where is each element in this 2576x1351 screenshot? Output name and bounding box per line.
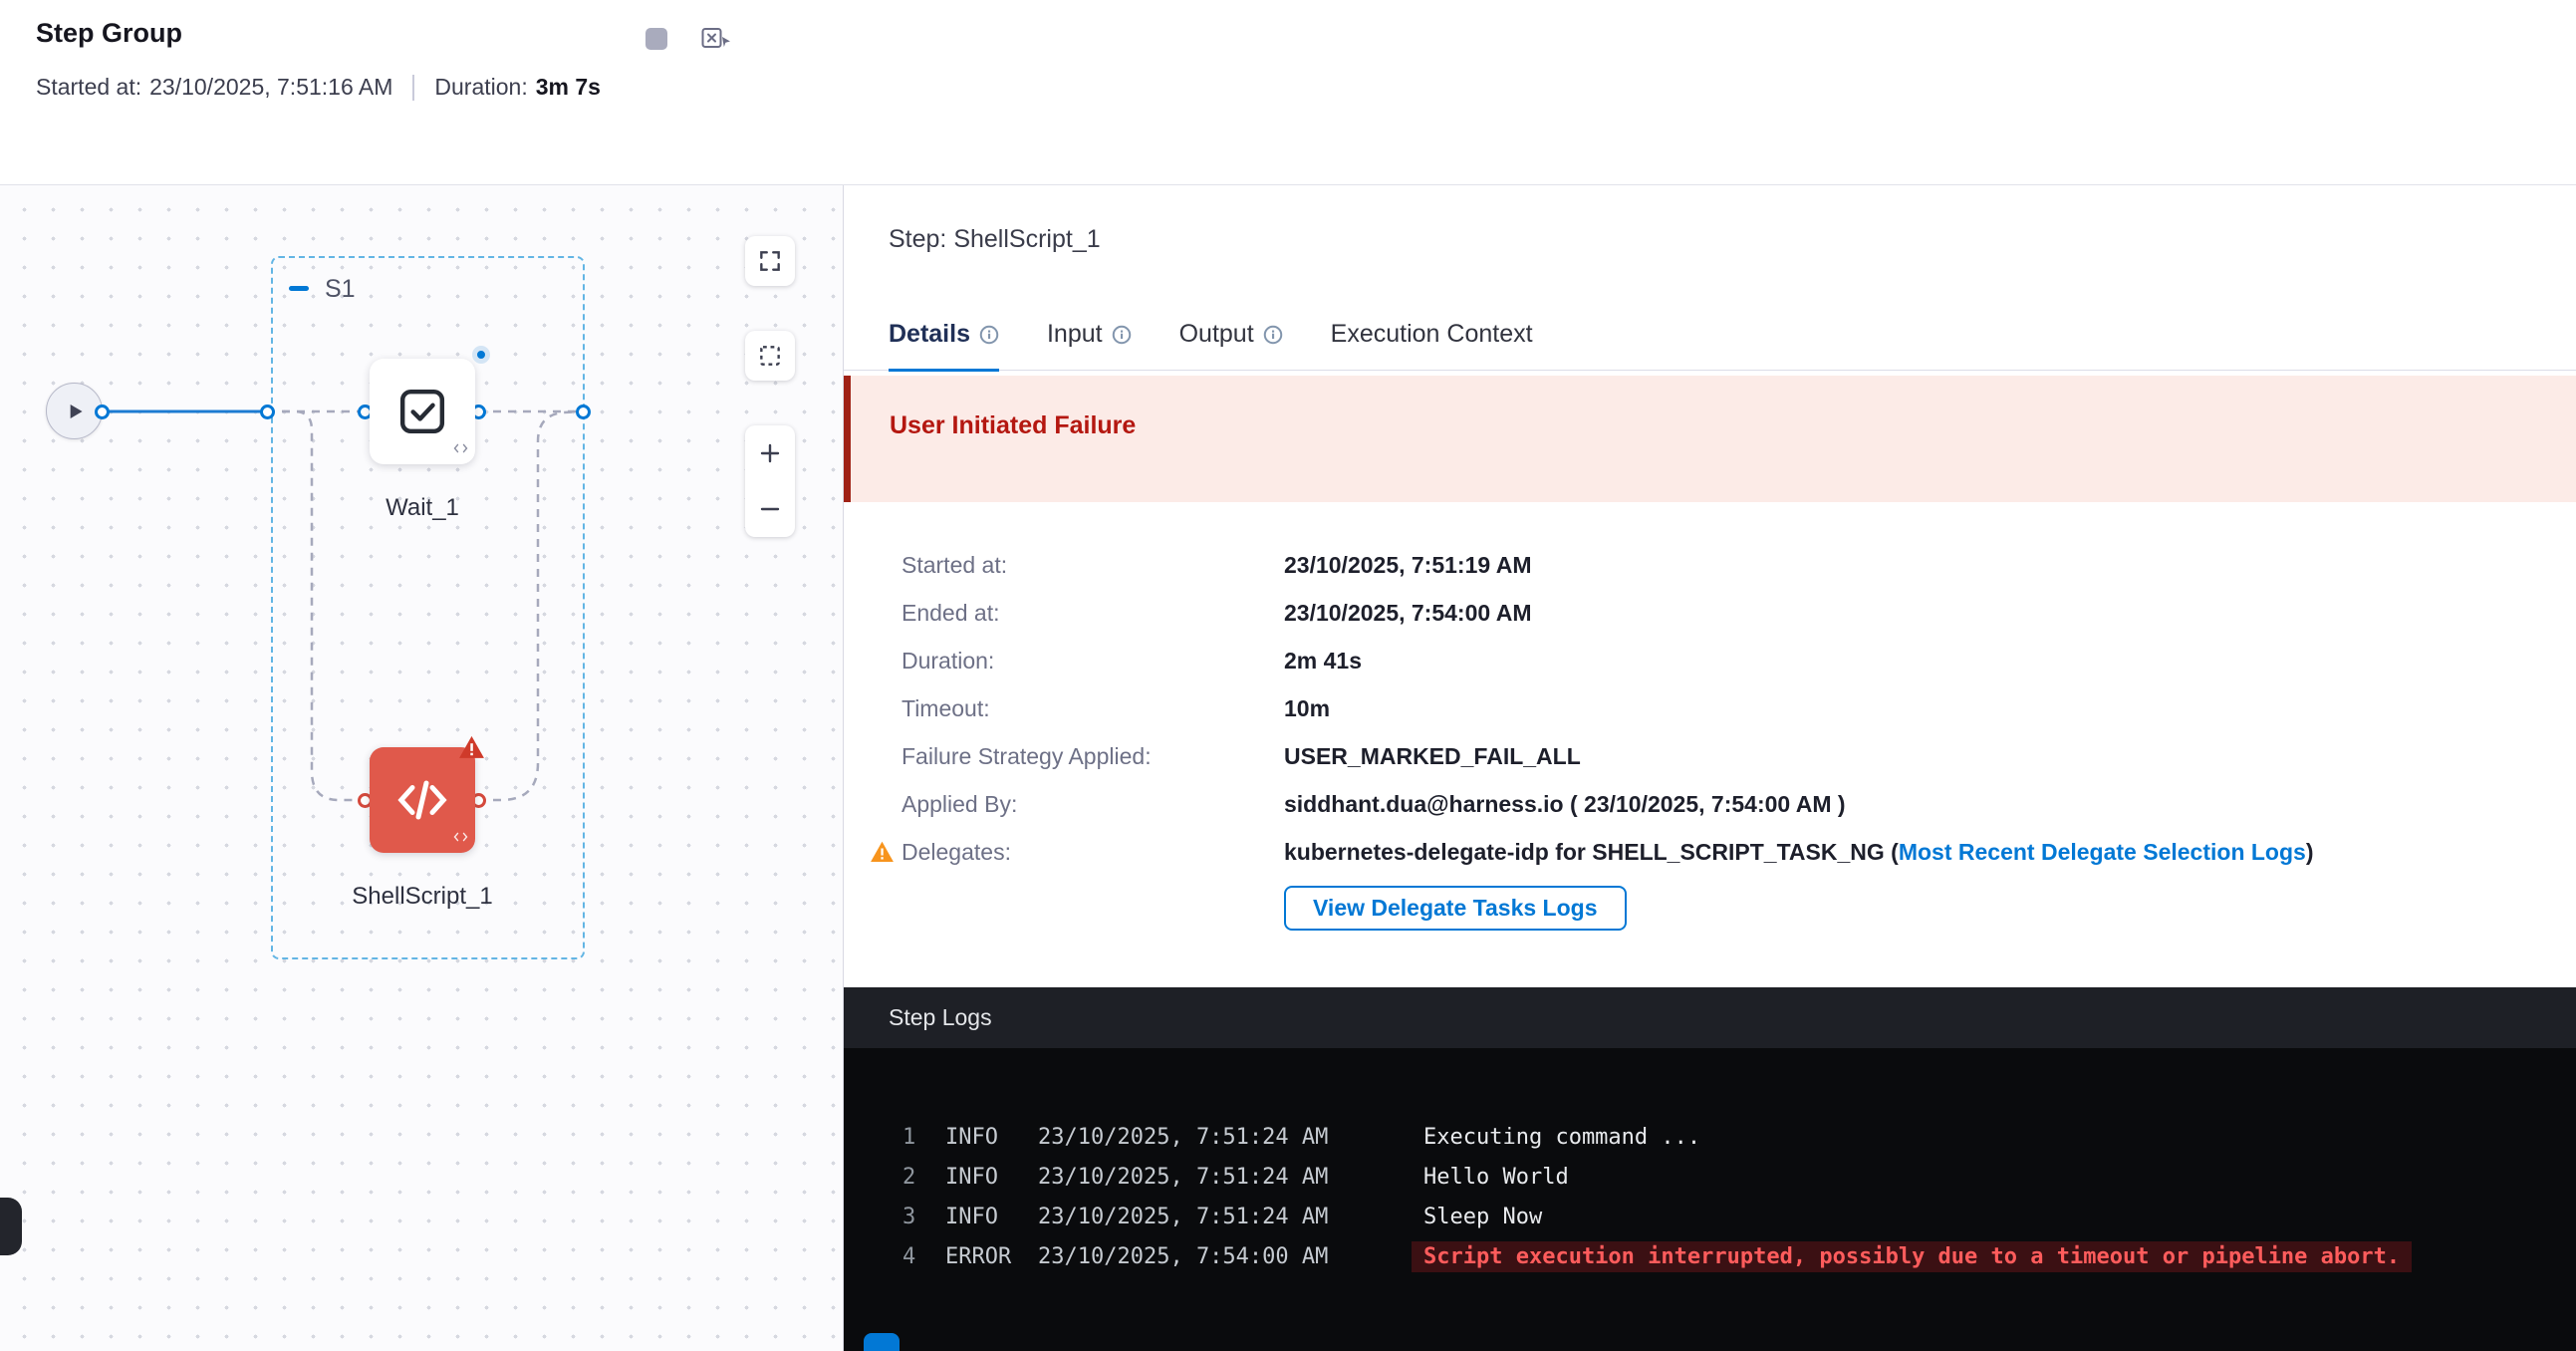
view-delegate-tasks-logs-button[interactable]: View Delegate Tasks Logs: [1284, 886, 1627, 931]
log-console[interactable]: 1INFO23/10/2025, 7:51:24 AMExecuting com…: [844, 1048, 2576, 1277]
connector-dot: [95, 405, 110, 419]
fit-to-screen-button[interactable]: [745, 236, 795, 286]
zoom-in-button[interactable]: [745, 428, 795, 478]
field-value: siddhant.dua@harness.io ( 23/10/2025, 7:…: [1284, 780, 2576, 828]
connector-dot: [576, 405, 591, 419]
failure-banner: User Initiated Failure: [844, 376, 2576, 502]
tab-label: Details: [889, 320, 970, 349]
script-marker-icon: [453, 830, 468, 848]
log-line: 3INFO23/10/2025, 7:51:24 AMSleep Now: [902, 1198, 2576, 1237]
tab-output[interactable]: Output: [1179, 320, 1283, 372]
tab-label: Input: [1047, 320, 1103, 349]
info-icon: [1112, 325, 1132, 345]
tab-input[interactable]: Input: [1047, 320, 1132, 372]
node-wait-1[interactable]: [370, 359, 475, 464]
log-message: Sleep Now: [1423, 1205, 1542, 1229]
field-value: 2m 41s: [1284, 637, 2576, 684]
header-icons: [645, 26, 731, 52]
field-label: Duration:: [902, 637, 1284, 684]
step-details-panel: Step: ShellScript_1 Details Input Output Ex…: [843, 185, 2576, 1351]
tab-label: Output: [1179, 320, 1254, 349]
field-value: 23/10/2025, 7:51:19 AM: [1284, 541, 2576, 589]
log-line: 2INFO23/10/2025, 7:51:24 AMHello World: [902, 1158, 2576, 1198]
log-level: INFO: [945, 1198, 1038, 1237]
execution-meta: Started at: 23/10/2025, 7:51:16 AM Durat…: [36, 74, 601, 101]
console-toggle-partial[interactable]: [0, 1198, 22, 1255]
log-line-number: 4: [902, 1237, 945, 1277]
log-line: 4ERROR23/10/2025, 7:54:00 AMScript execu…: [902, 1237, 2576, 1277]
info-icon: [979, 325, 999, 345]
log-scroll-indicator[interactable]: [864, 1333, 900, 1351]
gray-square-icon[interactable]: [645, 28, 667, 50]
warning-icon: [870, 841, 895, 863]
log-level: INFO: [945, 1158, 1038, 1198]
collapse-group-icon[interactable]: [289, 286, 309, 291]
connector-dot: [260, 405, 275, 419]
field-label: Ended at:: [902, 589, 1284, 637]
step-group-header: Step Group Started at: 23/10/2025, 7:51:…: [0, 0, 2576, 185]
pipeline-graph-canvas[interactable]: S1 Wait_1: [0, 185, 843, 1351]
log-timestamp: 23/10/2025, 7:51:24 AM: [1038, 1158, 1423, 1198]
tab-details[interactable]: Details: [889, 320, 999, 372]
marquee-select-button[interactable]: [745, 331, 795, 381]
tab-execution-context[interactable]: Execution Context: [1331, 320, 1533, 372]
log-timestamp: 23/10/2025, 7:51:24 AM: [1038, 1118, 1423, 1158]
field-label: Timeout:: [902, 684, 1284, 732]
x-square-abort-icon[interactable]: [701, 26, 731, 52]
tab-label: Execution Context: [1331, 320, 1533, 349]
step-logs-header[interactable]: Step Logs: [844, 987, 2576, 1048]
details-tabs: Details Input Output Execution Context: [844, 320, 2576, 371]
pipeline-execution-page: Step Group Started at: 23/10/2025, 7:51:…: [0, 0, 2576, 1351]
info-icon: [1263, 325, 1283, 345]
field-value: kubernetes-delegate-idp for SHELL_SCRIPT…: [1284, 828, 2576, 876]
zoom-controls: [745, 425, 795, 537]
started-at-value: 23/10/2025, 7:51:16 AM: [149, 74, 392, 101]
log-line-number: 1: [902, 1118, 945, 1158]
play-icon: [62, 399, 88, 424]
details-fields: Started at:23/10/2025, 7:51:19 AMEnded a…: [902, 541, 2576, 876]
delegate-selection-logs-link[interactable]: Most Recent Delegate Selection Logs: [1899, 839, 2306, 866]
field-label: Applied By:: [902, 780, 1284, 828]
step-group-s1-label: S1: [325, 275, 356, 304]
minus-icon: [758, 497, 782, 521]
field-value: 10m: [1284, 684, 2576, 732]
script-marker-icon: [453, 441, 468, 459]
meta-divider: [412, 75, 414, 101]
failure-badge-icon: [458, 735, 485, 764]
log-line-number: 3: [902, 1198, 945, 1237]
field-label: Delegates:: [902, 828, 1284, 876]
shell-script-icon: [392, 770, 452, 830]
wait-step-icon: [394, 384, 450, 439]
log-level: INFO: [945, 1118, 1038, 1158]
log-line: 1INFO23/10/2025, 7:51:24 AMExecuting com…: [902, 1118, 2576, 1158]
status-badge-icon: [472, 346, 490, 364]
zoom-out-button[interactable]: [745, 484, 795, 534]
log-timestamp: 23/10/2025, 7:51:24 AM: [1038, 1198, 1423, 1237]
log-message: Hello World: [1423, 1165, 1569, 1190]
node-label-wait: Wait_1: [313, 494, 532, 522]
field-value: USER_MARKED_FAIL_ALL: [1284, 732, 2576, 780]
expand-icon: [757, 248, 783, 274]
node-label-shellscript: ShellScript_1: [313, 883, 532, 911]
step-logs-title: Step Logs: [889, 1004, 992, 1031]
log-message: Script execution interrupted, possibly d…: [1412, 1241, 2412, 1272]
step-details-title: Step: ShellScript_1: [844, 185, 2576, 254]
duration-label: Duration:: [434, 74, 527, 101]
node-shellscript-1[interactable]: [370, 747, 475, 853]
field-label: Started at:: [902, 541, 1284, 589]
plus-icon: [758, 441, 782, 465]
log-line-number: 2: [902, 1158, 945, 1198]
started-at-label: Started at:: [36, 74, 141, 101]
field-value: 23/10/2025, 7:54:00 AM: [1284, 589, 2576, 637]
page-title: Step Group: [36, 18, 182, 49]
failure-banner-text: User Initiated Failure: [890, 411, 1136, 439]
delegate-button-row: View Delegate Tasks Logs: [1284, 886, 2576, 931]
log-message: Executing command ...: [1423, 1125, 1700, 1150]
duration-value: 3m 7s: [536, 74, 601, 101]
selection-box-icon: [757, 343, 783, 369]
log-level: ERROR: [945, 1237, 1038, 1277]
log-timestamp: 23/10/2025, 7:54:00 AM: [1038, 1237, 1423, 1277]
field-label: Failure Strategy Applied:: [902, 732, 1284, 780]
step-logs-section: Step Logs 1INFO23/10/2025, 7:51:24 AMExe…: [844, 987, 2576, 1351]
